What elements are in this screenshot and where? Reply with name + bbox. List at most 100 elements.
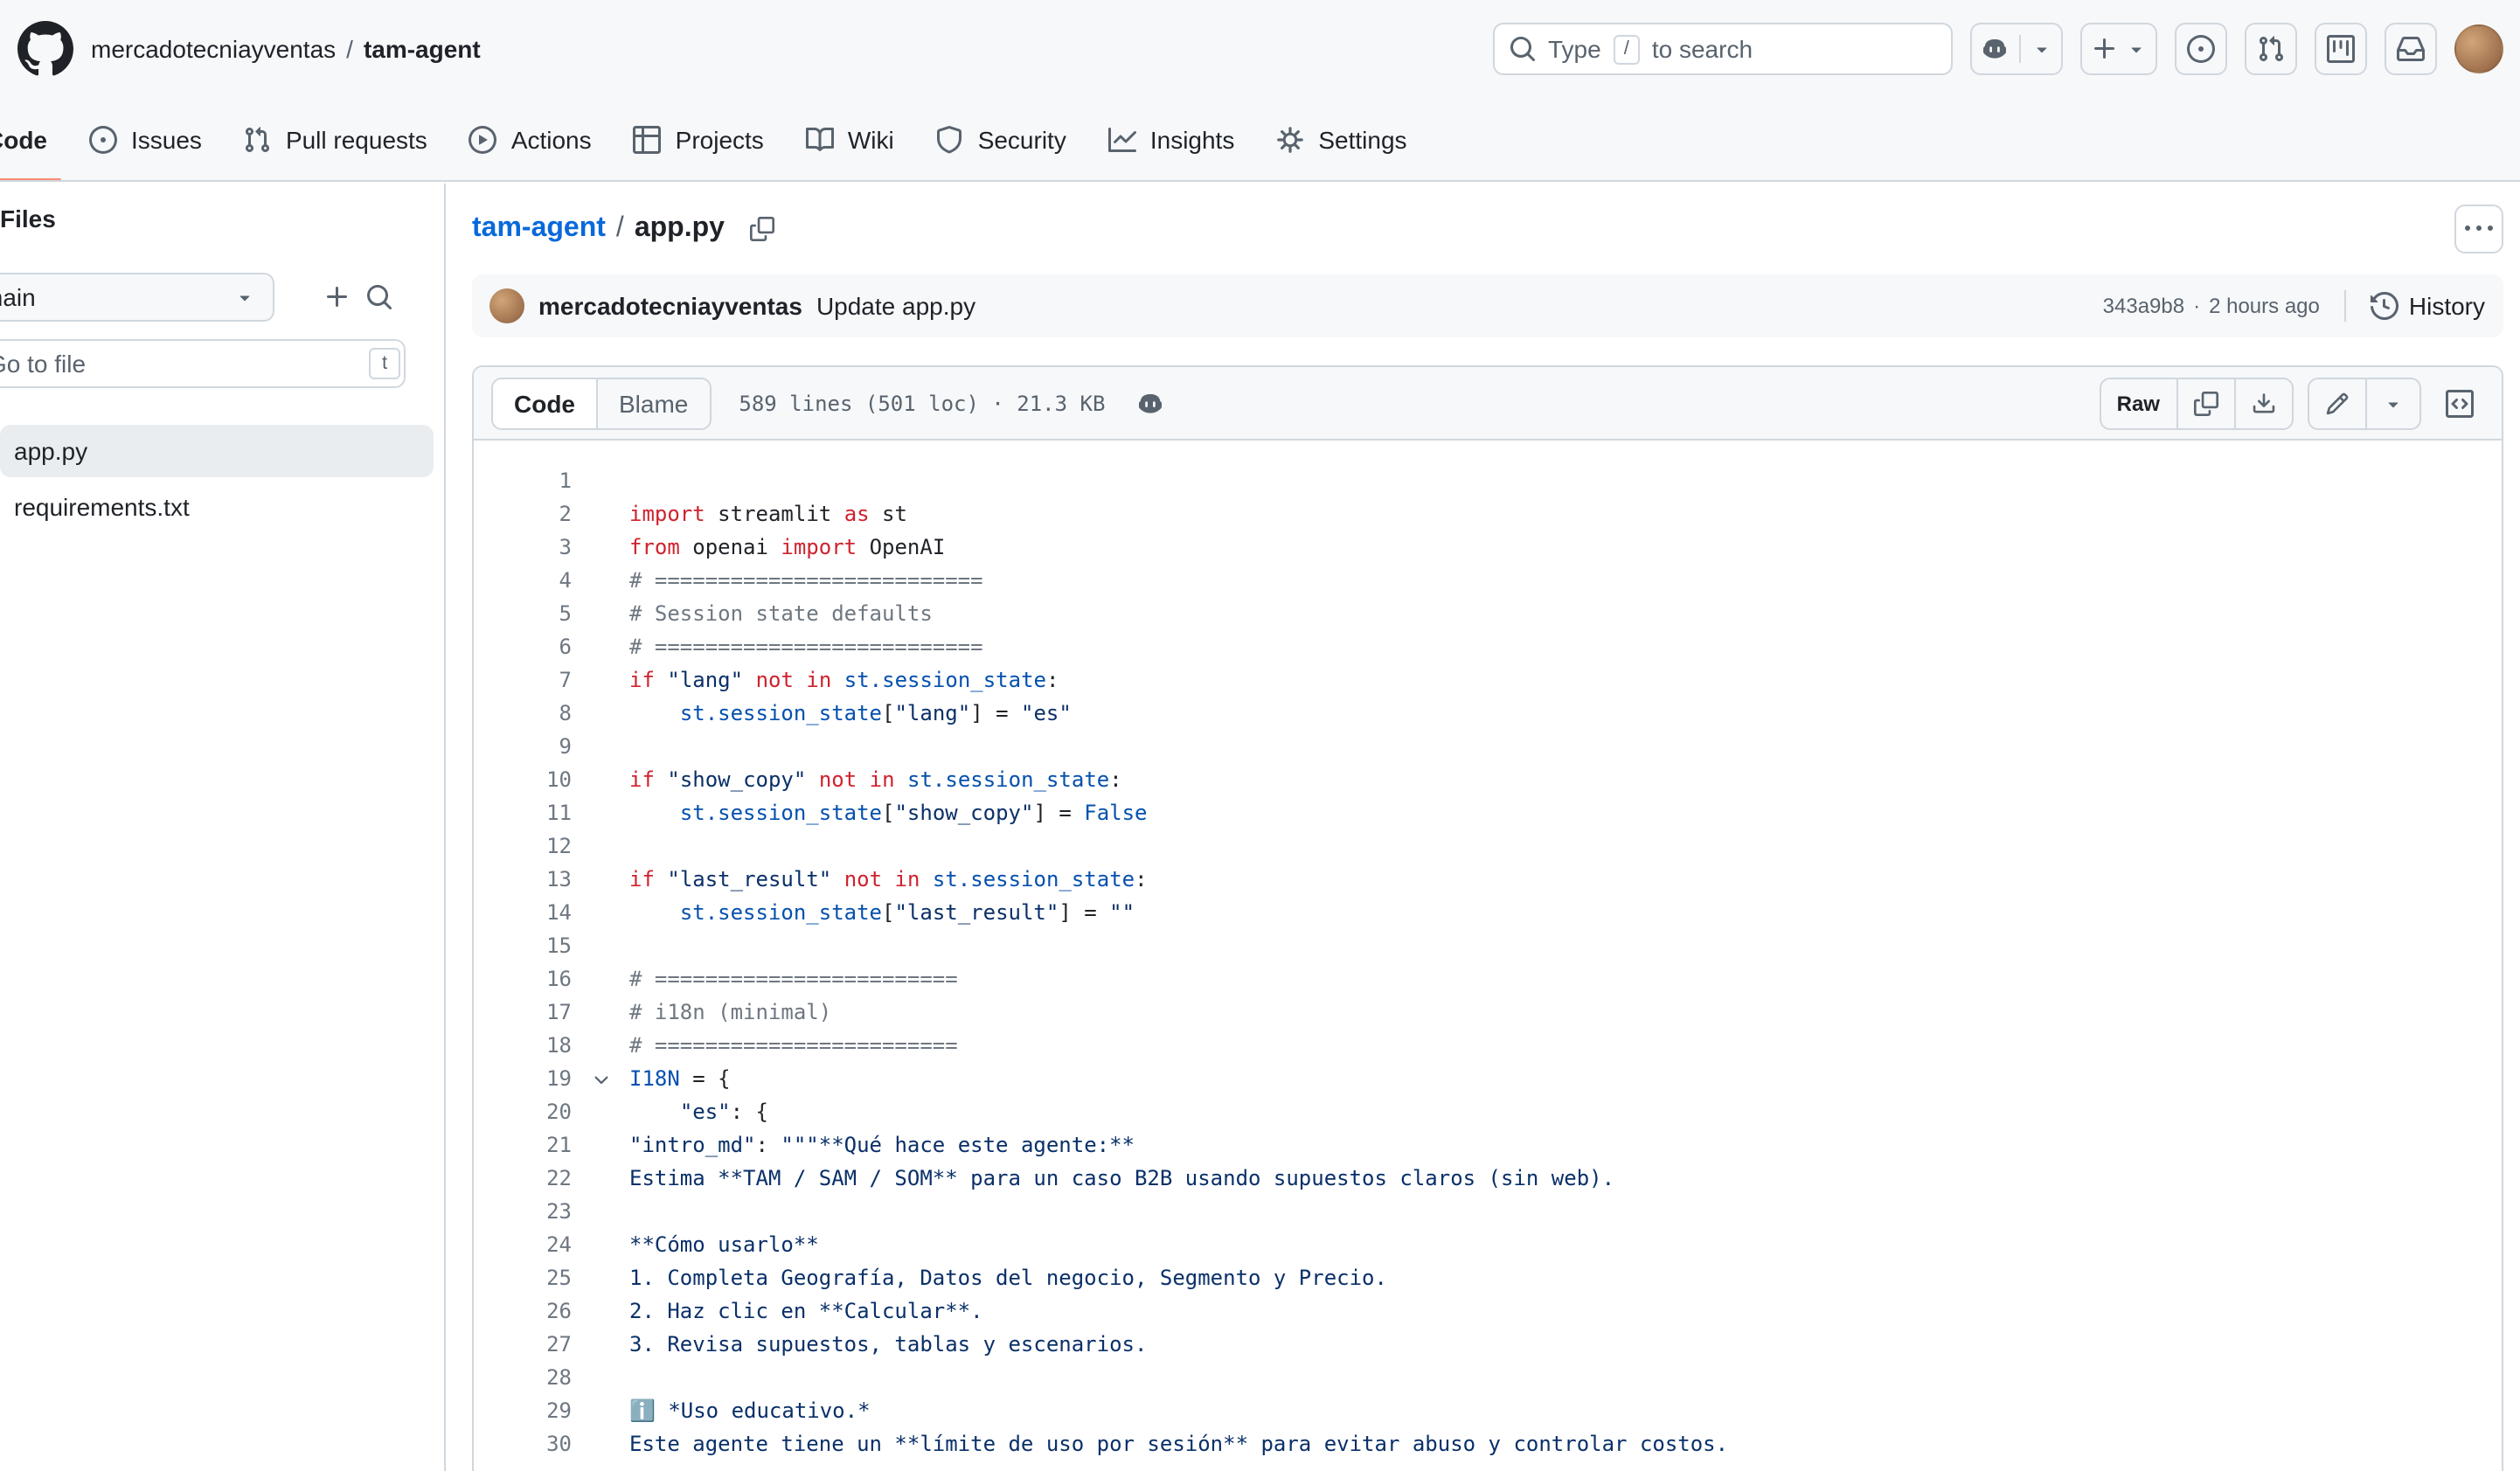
table-icon — [634, 125, 662, 153]
code-square-icon — [2445, 389, 2473, 417]
tab-actions[interactable]: Actions — [455, 98, 606, 180]
code-text: # ======================== — [629, 963, 2501, 996]
branch-selector[interactable]: main — [0, 273, 274, 322]
line-number[interactable]: 8 — [474, 697, 572, 731]
line-number[interactable]: 13 — [474, 864, 572, 897]
fold-spacer — [572, 864, 629, 897]
git-pull-request-icon — [244, 125, 272, 153]
history-button[interactable]: History — [2371, 292, 2485, 320]
copy-raw-button[interactable] — [2177, 378, 2235, 427]
breadcrumb-repo-link[interactable]: tam-agent — [364, 35, 481, 63]
line-number[interactable]: 12 — [474, 830, 572, 864]
line-number[interactable]: 18 — [474, 1030, 572, 1063]
line-number[interactable]: 9 — [474, 731, 572, 764]
line-number[interactable]: 6 — [474, 631, 572, 664]
line-number[interactable]: 4 — [474, 565, 572, 598]
fold-spacer — [572, 1196, 629, 1229]
tab-issues[interactable]: Issues — [75, 98, 216, 180]
file-tree-item-requirements.txt[interactable]: requirements.txt — [0, 481, 434, 533]
line-number[interactable]: 26 — [474, 1295, 572, 1329]
breadcrumb-repo-link[interactable]: tam-agent — [472, 213, 606, 245]
github-logo-icon[interactable] — [17, 21, 73, 77]
commit-author-link[interactable]: mercadotecniayventas — [538, 292, 802, 320]
commit-author-avatar[interactable] — [489, 288, 524, 323]
commit-meta: 343a9b8 · 2 hours ago — [2103, 294, 2320, 318]
projects-button[interactable] — [2314, 23, 2366, 75]
tab-projects[interactable]: Projects — [620, 98, 778, 180]
go-to-file-input[interactable]: Go to file t — [0, 339, 406, 388]
line-number[interactable]: 23 — [474, 1196, 572, 1229]
fold-toggle-icon[interactable] — [572, 1063, 629, 1096]
breadcrumb-owner-link[interactable]: mercadotecniayventas — [91, 35, 336, 63]
line-number[interactable]: 22 — [474, 1162, 572, 1196]
line-number[interactable]: 27 — [474, 1329, 572, 1362]
line-number[interactable]: 25 — [474, 1262, 572, 1295]
line-number[interactable]: 21 — [474, 1129, 572, 1162]
fold-spacer — [572, 1428, 629, 1461]
line-number[interactable]: 16 — [474, 963, 572, 996]
slash-key-badge: / — [1614, 34, 1640, 64]
user-avatar[interactable] — [2454, 24, 2503, 73]
issues-button[interactable] — [2174, 23, 2226, 75]
line-number[interactable]: 15 — [474, 930, 572, 963]
create-new-button[interactable] — [2079, 23, 2156, 75]
line-number[interactable]: 30 — [474, 1428, 572, 1461]
pull-requests-button[interactable] — [2244, 23, 2296, 75]
fold-spacer — [572, 531, 629, 565]
main-content: tam-agent / app.py mercadotecniayventas … — [448, 184, 2520, 1471]
edit-dropdown-button[interactable] — [2366, 378, 2419, 427]
issue-opened-icon — [2186, 35, 2214, 63]
file-tree-item-app.py[interactable]: app.py — [0, 425, 434, 477]
code-text — [629, 731, 2501, 764]
notifications-button[interactable] — [2384, 23, 2436, 75]
line-number[interactable]: 19 — [474, 1063, 572, 1096]
code-line-11: 11 st.session_state["show_copy"] = False — [474, 797, 2501, 830]
line-number[interactable]: 11 — [474, 797, 572, 830]
blame-view-tab[interactable]: Blame — [598, 378, 709, 427]
line-number[interactable]: 2 — [474, 498, 572, 531]
line-number[interactable]: 1 — [474, 465, 572, 498]
button-divider — [2018, 35, 2020, 63]
edit-button[interactable] — [2308, 378, 2366, 427]
fold-spacer — [572, 1129, 629, 1162]
code-text — [629, 830, 2501, 864]
tab-pull-requests[interactable]: Pull requests — [230, 98, 441, 180]
gear-icon — [1276, 125, 1304, 153]
line-number[interactable]: 14 — [474, 897, 572, 930]
code-text: Este agente tiene un **límite de uso por… — [629, 1428, 2501, 1461]
copilot-button[interactable] — [1969, 23, 2062, 75]
line-number[interactable]: 10 — [474, 764, 572, 797]
file-options-button[interactable] — [2454, 205, 2503, 253]
copy-path-button[interactable] — [742, 208, 784, 250]
line-number[interactable]: 5 — [474, 598, 572, 631]
tab-security[interactable]: Security — [922, 98, 1080, 180]
fold-spacer — [572, 697, 629, 731]
tab-settings[interactable]: Settings — [1262, 98, 1420, 180]
line-number[interactable]: 24 — [474, 1229, 572, 1262]
line-number[interactable]: 3 — [474, 531, 572, 565]
line-number[interactable]: 20 — [474, 1096, 572, 1129]
raw-button[interactable]: Raw — [2101, 378, 2177, 427]
edit-group — [2307, 377, 2420, 429]
line-number[interactable]: 29 — [474, 1395, 572, 1428]
commit-message-link[interactable]: Update app.py — [816, 292, 975, 320]
commit-sha-link[interactable]: 343a9b8 — [2103, 294, 2184, 318]
dot-separator: · — [2193, 294, 2200, 318]
code-line-26: 262. Haz clic en **Calcular**. — [474, 1295, 2501, 1329]
issue-opened-icon — [89, 125, 117, 153]
copilot-icon[interactable] — [1136, 389, 1164, 417]
line-number[interactable]: 7 — [474, 664, 572, 697]
code-view-tab[interactable]: Code — [493, 378, 598, 427]
tab-insights[interactable]: Insights — [1094, 98, 1249, 180]
line-number[interactable]: 28 — [474, 1362, 572, 1395]
global-search-input[interactable]: Type / to search — [1492, 23, 1952, 75]
search-files-button[interactable] — [358, 276, 400, 318]
symbols-panel-button[interactable] — [2434, 378, 2483, 427]
tab-code[interactable]: Code — [0, 98, 61, 180]
new-file-button[interactable] — [316, 276, 358, 318]
code-line-14: 14 st.session_state["last_result"] = "" — [474, 897, 2501, 930]
download-button[interactable] — [2235, 378, 2291, 427]
fold-spacer — [572, 565, 629, 598]
tab-wiki[interactable]: Wiki — [792, 98, 908, 180]
line-number[interactable]: 17 — [474, 996, 572, 1030]
